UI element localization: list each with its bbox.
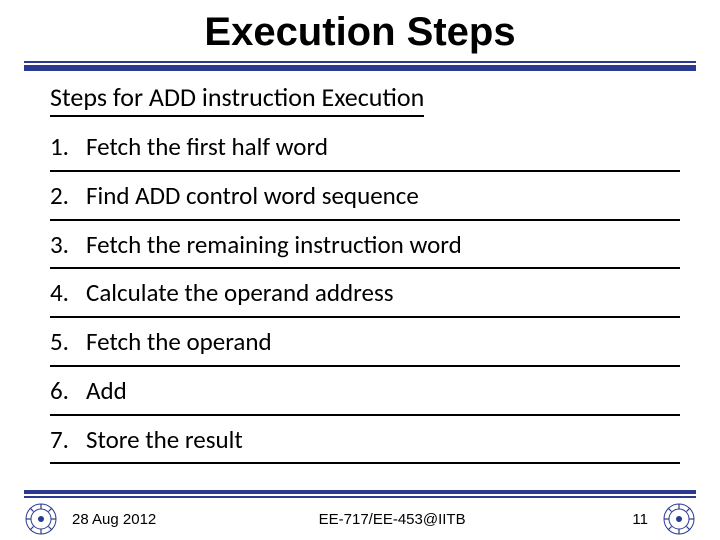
step-text: Store the result (86, 424, 243, 455)
section-heading: Steps for ADD instruction Execution (50, 81, 424, 117)
list-item: Fetch the first half word (50, 123, 680, 172)
footer-date: 28 Aug 2012 (72, 511, 156, 528)
slide: Execution Steps Steps for ADD instructio… (0, 10, 720, 540)
footer: 28 Aug 2012 EE-717/EE-453@IITB 11 (0, 490, 720, 540)
list-item: Store the result (50, 416, 680, 465)
title-divider (24, 61, 696, 71)
content-area: Steps for ADD instruction Execution Fetc… (0, 81, 720, 464)
institution-logo-icon (662, 502, 696, 536)
steps-list: Fetch the first half word Find ADD contr… (50, 123, 680, 464)
slide-number: 11 (628, 511, 648, 528)
footer-course-code: EE-717/EE-453@IITB (319, 511, 466, 528)
step-text: Find ADD control word sequence (86, 180, 419, 211)
list-item: Add (50, 367, 680, 416)
step-text: Add (86, 375, 127, 406)
step-text: Fetch the operand (86, 326, 272, 357)
slide-title: Execution Steps (0, 10, 720, 55)
footer-divider (24, 490, 696, 498)
list-item: Fetch the operand (50, 318, 680, 367)
list-item: Calculate the operand address (50, 269, 680, 318)
institution-logo-icon (24, 502, 58, 536)
step-text: Calculate the operand address (86, 277, 394, 308)
list-item: Fetch the remaining instruction word (50, 221, 680, 270)
step-text: Fetch the first half word (86, 131, 328, 162)
step-text: Fetch the remaining instruction word (86, 229, 462, 260)
list-item: Find ADD control word sequence (50, 172, 680, 221)
